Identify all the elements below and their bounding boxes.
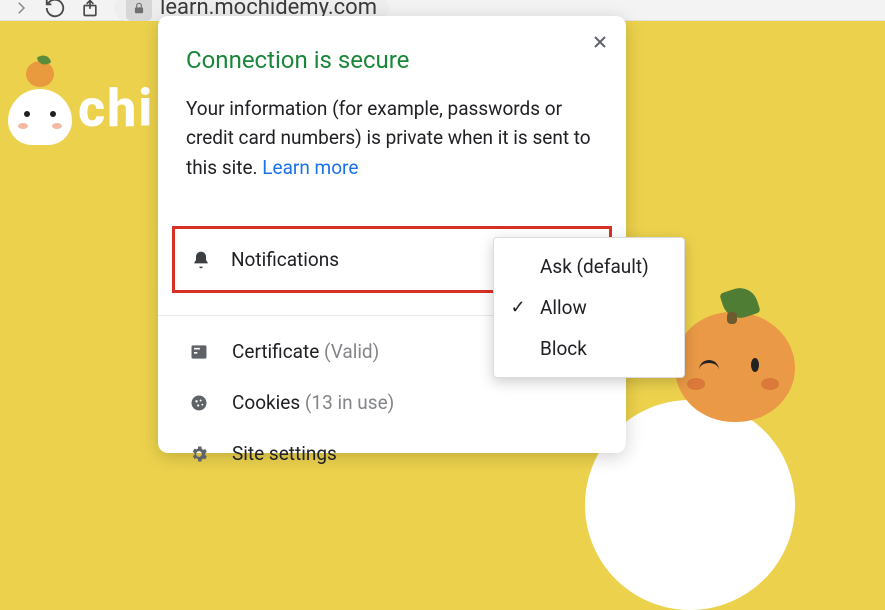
certificate-icon — [188, 342, 210, 362]
dropdown-option-label: Allow — [540, 296, 587, 319]
learn-more-link[interactable]: Learn more — [262, 156, 358, 179]
mascot-fruit-decor — [675, 312, 795, 422]
dropdown-option-block[interactable]: Block — [494, 328, 684, 369]
site-settings-row[interactable]: Site settings — [186, 418, 598, 469]
reload-icon[interactable] — [44, 0, 66, 19]
notifications-dropdown: Ask (default) ✓ Allow Block — [493, 237, 685, 378]
notifications-label: Notifications — [231, 248, 339, 271]
dropdown-option-label: Block — [540, 337, 587, 360]
bell-icon — [191, 250, 211, 270]
mascot-stem-decor — [727, 312, 737, 324]
site-settings-label: Site settings — [232, 442, 337, 465]
dropdown-option-label: Ask (default) — [540, 255, 649, 278]
lock-icon[interactable] — [126, 0, 152, 21]
site-logo: M chi — [8, 78, 154, 139]
popup-description: Your information (for example, passwords… — [186, 94, 596, 182]
certificate-note: (Valid) — [324, 340, 379, 363]
site-info-popup: Connection is secure Your information (f… — [158, 16, 626, 453]
check-icon: ✓ — [508, 297, 528, 318]
mascot-icon — [8, 89, 72, 145]
cookie-icon — [188, 393, 210, 413]
share-icon[interactable] — [80, 0, 100, 18]
logo-text: chi — [78, 78, 154, 139]
popup-description-text: Your information (for example, passwords… — [186, 97, 591, 179]
close-icon[interactable] — [590, 32, 610, 57]
dropdown-option-ask[interactable]: Ask (default) — [494, 246, 684, 287]
dropdown-option-allow[interactable]: ✓ Allow — [494, 287, 684, 328]
forward-icon[interactable] — [12, 0, 30, 17]
popup-title: Connection is secure — [186, 46, 596, 74]
gear-icon — [188, 444, 210, 464]
cookies-note: (13 in use) — [305, 391, 394, 414]
certificate-label: Certificate — [232, 340, 319, 363]
cookies-label: Cookies — [232, 391, 300, 414]
